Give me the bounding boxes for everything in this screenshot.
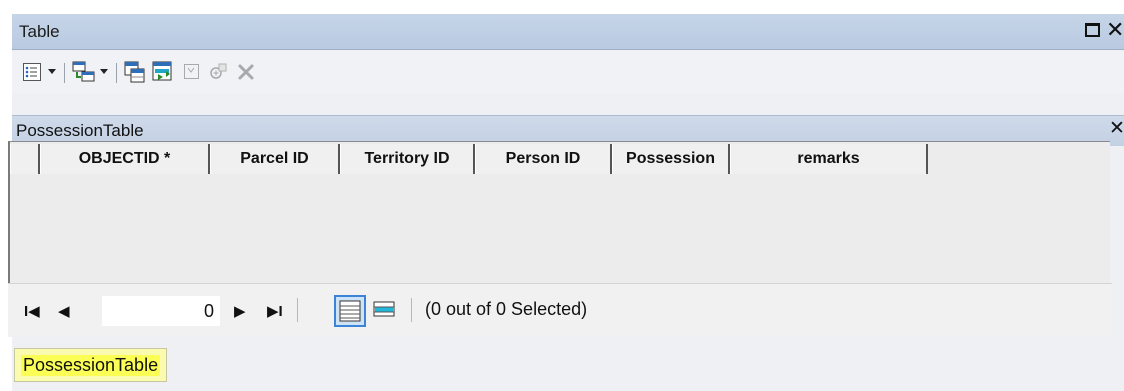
previous-record-button[interactable]: ◀ (58, 284, 70, 338)
window-title: Table (19, 22, 60, 41)
show-all-records-button[interactable] (334, 295, 366, 327)
zoom-to-selected-icon[interactable] (206, 51, 230, 93)
table-toolbar (12, 51, 1124, 93)
tab-label: PossessionTable (21, 354, 161, 376)
dropdown-arrow-icon[interactable] (46, 51, 58, 93)
column-header[interactable]: Parcel ID (210, 144, 340, 174)
show-selected-records-button[interactable] (368, 294, 400, 326)
nav-separator (297, 298, 298, 322)
column-header[interactable]: remarks (730, 144, 928, 174)
title-bar[interactable]: Table ✕ (12, 14, 1124, 50)
current-record-value: 0 (203, 301, 214, 321)
next-record-button[interactable]: ▶ (234, 284, 246, 338)
dropdown-arrow-icon[interactable] (98, 51, 110, 93)
show-all-records-icon (339, 300, 361, 322)
delete-selected-icon[interactable] (234, 51, 258, 93)
toolbar-separator (116, 63, 117, 83)
grid-header-row: OBJECTID * Parcel ID Territory ID Person… (10, 144, 928, 174)
related-tables-icon[interactable] (71, 51, 97, 93)
select-by-attributes-icon[interactable] (122, 51, 148, 93)
close-table-button[interactable]: ✕ (1109, 117, 1124, 140)
row-selector-header[interactable] (10, 144, 40, 174)
toolbar-separator (64, 63, 65, 83)
table-tab-possessiontable[interactable]: PossessionTable (14, 348, 168, 382)
attribute-grid[interactable]: OBJECTID * Parcel ID Territory ID Person… (8, 141, 1110, 283)
switch-selection-icon[interactable] (150, 51, 176, 93)
first-record-button[interactable]: I◀ (24, 284, 40, 338)
column-header[interactable]: Person ID (475, 144, 612, 174)
close-window-button[interactable]: ✕ (1106, 16, 1124, 44)
selection-status: (0 out of 0 Selected) (425, 299, 588, 319)
show-selected-records-icon (373, 301, 395, 317)
column-header[interactable]: Territory ID (340, 144, 475, 174)
column-header[interactable]: OBJECTID * (40, 144, 210, 174)
table-options-icon[interactable] (20, 51, 44, 93)
table-name: PossessionTable (16, 121, 144, 140)
current-record-field[interactable]: 0 (102, 296, 220, 326)
maximize-icon[interactable] (1085, 23, 1100, 37)
column-header[interactable]: Possession (612, 144, 730, 174)
last-record-button[interactable]: ▶I (267, 284, 283, 338)
clear-selection-icon[interactable] (180, 51, 204, 93)
nav-separator (411, 298, 412, 322)
record-navigation-bar: I◀ ◀ 0 ▶ ▶I (0 out of 0 Selected) (8, 283, 1112, 337)
